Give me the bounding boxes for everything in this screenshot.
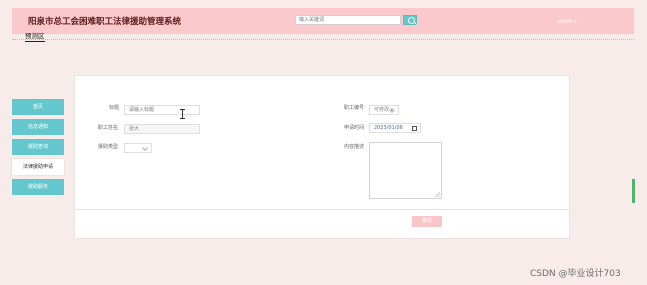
user-menu[interactable]: admin ▾ [557, 19, 577, 25]
top-header: 阳泉市总工会困难职工法律援助管理系统 admin ▾ [12, 8, 634, 34]
worker-no-label: 职工编号 [344, 105, 365, 111]
watermark: CSDN @毕业设计703 [530, 269, 621, 279]
apply-time-label: 申请时间 [344, 125, 365, 131]
right-edge-tab[interactable] [632, 179, 635, 203]
sidebar-item-home[interactable]: 首页 [12, 99, 64, 115]
app-title: 阳泉市总工会困难职工法律援助管理系统 [28, 17, 182, 27]
resize-handle-icon[interactable] [434, 191, 440, 197]
aid-type-select[interactable] [124, 143, 152, 153]
content-label: 内容描述 [344, 144, 365, 150]
apply-time-value: 2023/01/06 [374, 125, 403, 131]
breadcrumb: 预测区 [25, 32, 45, 42]
title-input[interactable] [124, 105, 200, 115]
search-icon [408, 17, 415, 24]
sidebar-item-notifications[interactable]: 信息通知 [12, 119, 64, 135]
search-input[interactable] [295, 15, 401, 25]
form-divider [75, 209, 569, 210]
text-cursor-icon [180, 109, 185, 119]
worker-name-label: 职工姓名 [98, 125, 119, 131]
calendar-icon[interactable] [412, 126, 417, 131]
form-panel: 标题 职工编号 可修改 ▾ 职工姓名 张大 申请时间 2023/01/06 援助… [75, 76, 569, 238]
apply-time-input[interactable]: 2023/01/06 [369, 123, 421, 133]
aid-type-label: 援助类型 [98, 144, 119, 150]
search-button[interactable] [403, 15, 417, 25]
content-textarea[interactable] [369, 142, 442, 199]
sidebar-item-legal-aid-application[interactable]: 法律援助申请 [12, 159, 64, 175]
submit-button[interactable]: 提交 [412, 216, 442, 227]
worker-no-select[interactable]: 可修改 ▾ [369, 105, 399, 115]
breadcrumb-divider [12, 39, 634, 40]
sidebar-item-aid-service[interactable]: 援助服务 [12, 179, 64, 195]
sidebar: 首页 信息通知 援助查询 法律援助申请 援助服务 [12, 99, 64, 199]
worker-name-field: 张大 [124, 124, 200, 134]
header-search [295, 15, 417, 27]
title-label: 标题 [109, 105, 120, 111]
sidebar-item-aid-query[interactable]: 援助查询 [12, 139, 64, 155]
